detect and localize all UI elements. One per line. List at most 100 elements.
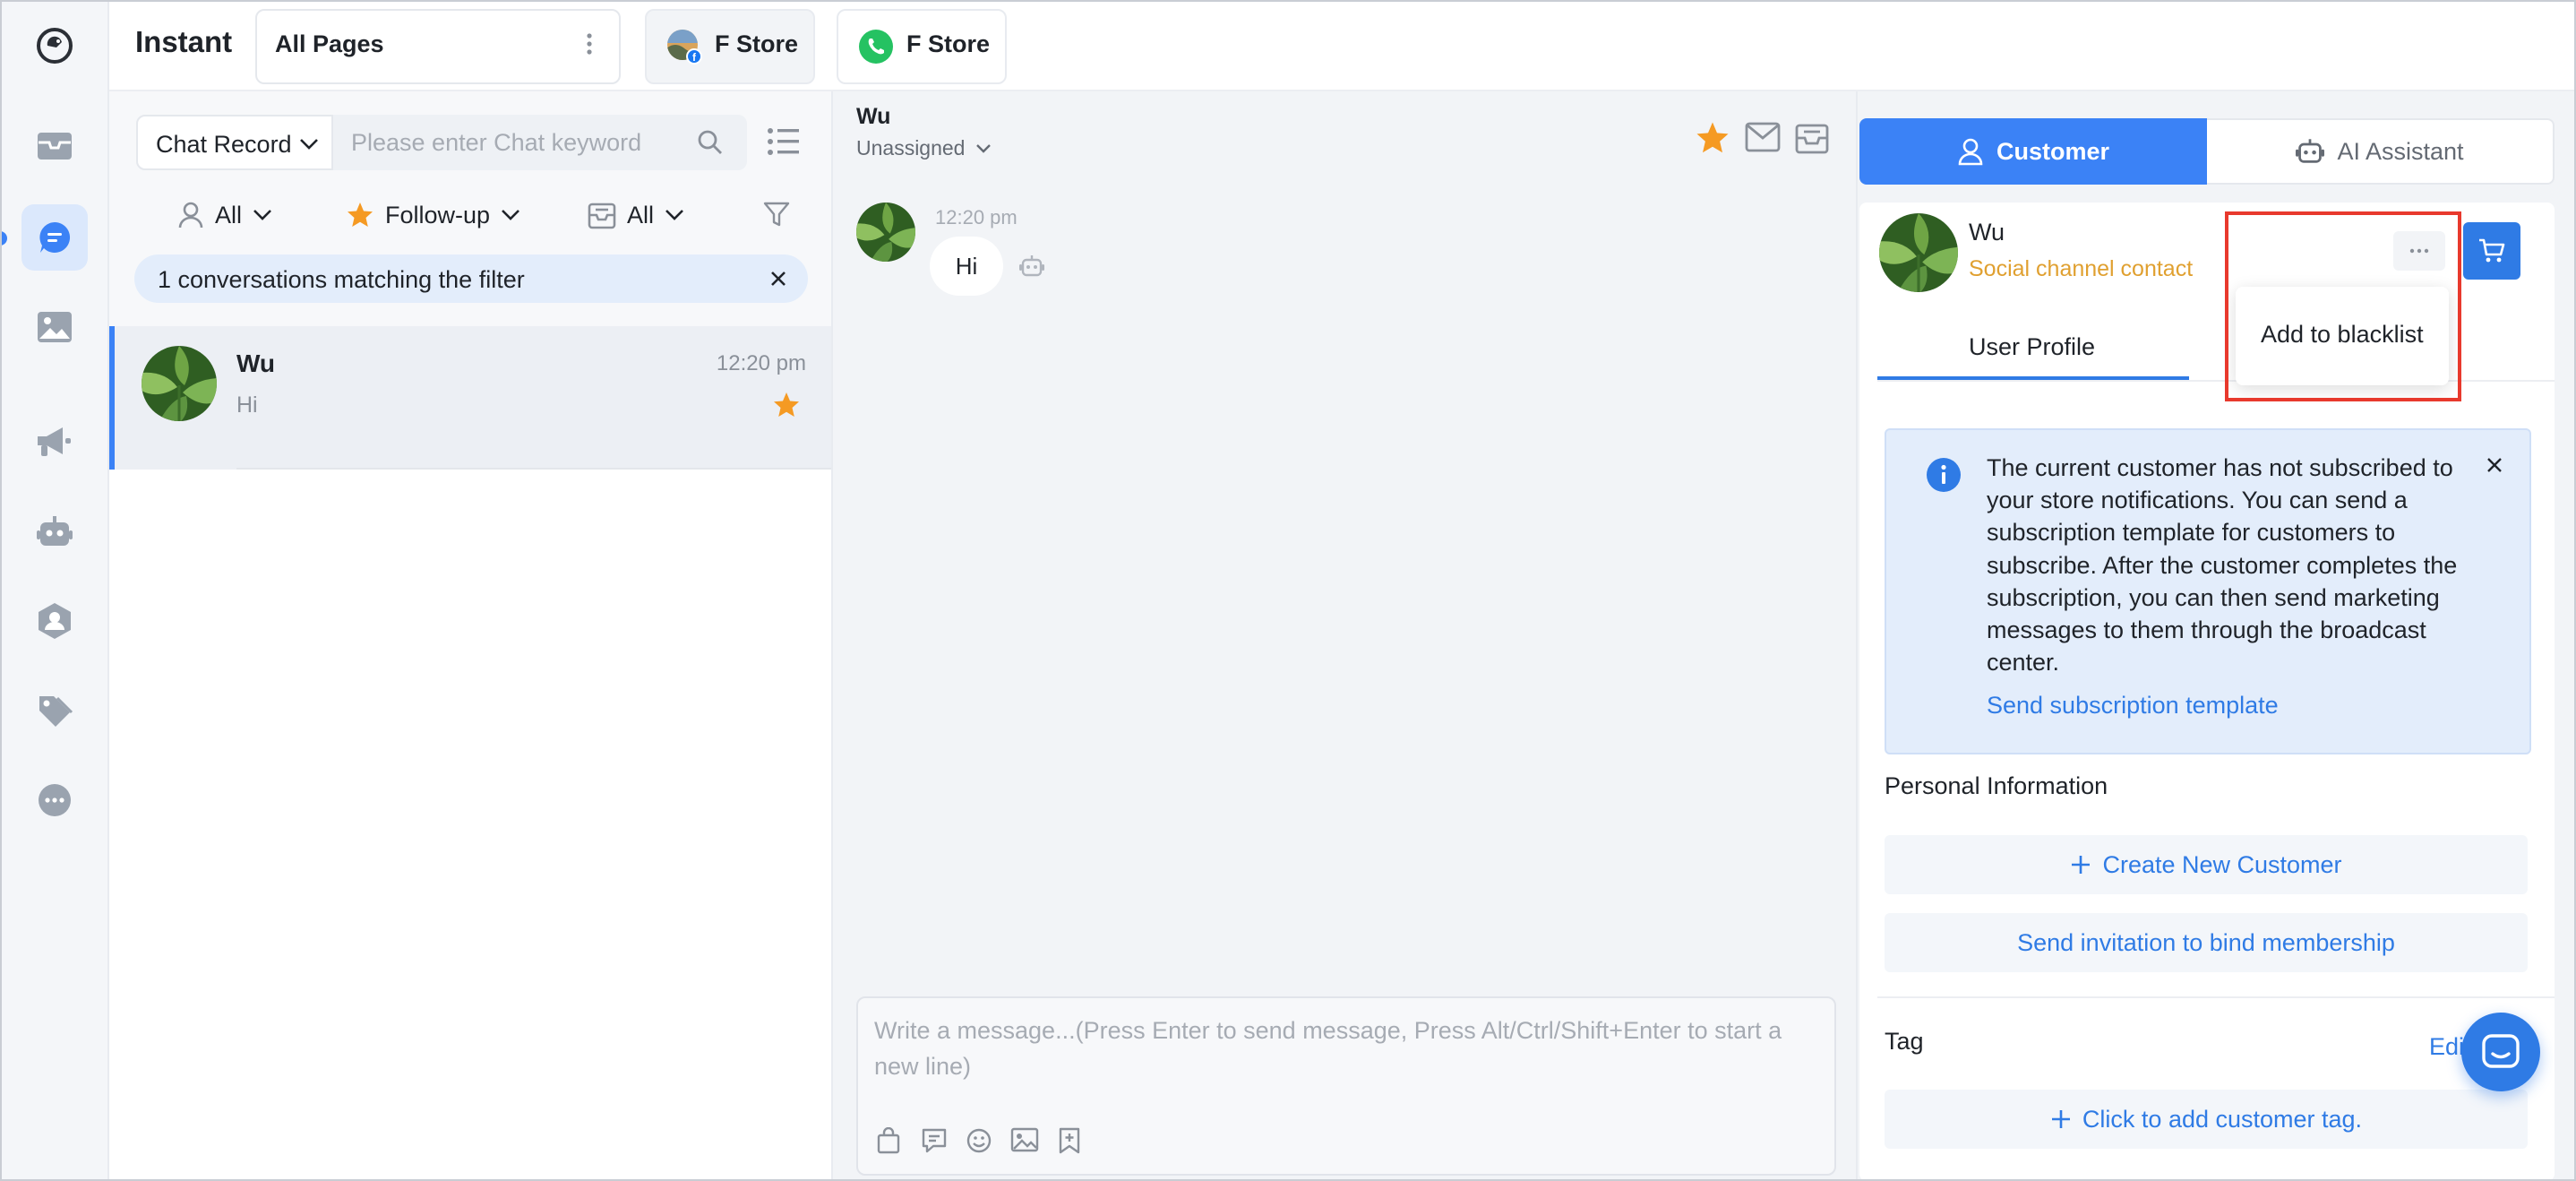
cart-button[interactable]: [2463, 222, 2520, 280]
assignee-filter[interactable]: All: [177, 197, 272, 233]
message-bubble: Hi: [930, 237, 1003, 296]
avatar: [142, 346, 217, 421]
assignment-select[interactable]: Unassigned: [856, 136, 992, 160]
support-chat-button[interactable]: [2461, 1013, 2540, 1091]
robot-icon: [1019, 254, 1044, 278]
top-bar: Instant All Pages f F Store F Store: [109, 0, 2576, 91]
search-icon[interactable]: [697, 129, 724, 156]
robot-icon: [2296, 139, 2325, 163]
personal-information-label: Personal Information: [1885, 772, 2108, 799]
filter-icon[interactable]: [763, 201, 790, 228]
avatar: [1879, 213, 1958, 292]
tab-user-profile[interactable]: User Profile: [1969, 333, 2095, 361]
tag-icon[interactable]: [21, 677, 88, 744]
store-tab-whatsapp[interactable]: F Store: [837, 9, 1007, 84]
message-text: Hi: [955, 253, 978, 280]
tab-ai-assistant-label: AI Assistant: [2337, 137, 2464, 165]
store-tab-facebook[interactable]: f F Store: [645, 9, 815, 84]
filter-match-banner: 1 conversations matching the filter: [134, 254, 808, 303]
conversation-preview: Hi: [236, 392, 258, 418]
avatar: [856, 203, 915, 262]
message-time: 12:20 pm: [935, 206, 1018, 228]
tag-label: Tag: [1885, 1028, 1924, 1055]
chat-panel: Wu Unassigned 12:20 pm Hi: [831, 91, 1858, 1181]
send-subscription-link[interactable]: Send subscription template: [1987, 692, 2279, 720]
tab-customer-label: Customer: [1996, 137, 2110, 165]
user-icon: [1958, 138, 1983, 166]
conversation-time: 12:20 pm: [716, 351, 806, 375]
conversation-item[interactable]: Wu 12:20 pm Hi: [109, 326, 831, 470]
chevron-down-icon: [502, 210, 519, 220]
nav-rail: [0, 0, 109, 1181]
plus-icon: [2051, 1110, 2070, 1128]
section-divider: [1877, 996, 2555, 998]
user-icon: [178, 202, 203, 228]
bookmark-add-icon[interactable]: [1057, 1127, 1082, 1154]
assignee-filter-label: All: [215, 201, 243, 228]
close-icon[interactable]: [770, 271, 786, 287]
status-filter-label: Follow-up: [385, 201, 491, 228]
mail-icon[interactable]: [21, 113, 88, 179]
contact-type: Social channel contact: [1969, 256, 2194, 281]
store-tab-label: F Store: [715, 30, 799, 57]
quick-reply-icon[interactable]: [921, 1127, 948, 1154]
cart-icon: [2479, 238, 2505, 263]
list-empty-area: [109, 470, 831, 1181]
message-composer: [856, 996, 1836, 1176]
inbox-filter[interactable]: All: [588, 197, 684, 233]
search-input[interactable]: [333, 115, 747, 170]
info-icon: [1926, 457, 1962, 493]
chevron-down-icon: [665, 210, 683, 220]
app-title: Instant: [135, 25, 233, 58]
tab-ai-assistant[interactable]: AI Assistant: [2207, 118, 2555, 185]
conversation-name: Wu: [236, 349, 276, 377]
create-customer-label: Create New Customer: [2102, 850, 2342, 878]
whatsapp-icon: [858, 29, 894, 65]
image-icon[interactable]: [1010, 1127, 1039, 1152]
search-type-select[interactable]: Chat Record: [136, 115, 333, 170]
product-bag-icon[interactable]: [876, 1127, 901, 1154]
contact-icon[interactable]: [21, 588, 88, 654]
star-icon[interactable]: [772, 391, 801, 419]
message-input[interactable]: [858, 998, 1834, 1106]
logo-icon[interactable]: [21, 13, 88, 79]
close-icon[interactable]: [2486, 457, 2503, 473]
page-select[interactable]: All Pages: [255, 9, 621, 84]
notice-text: The current customer has not subscribed …: [1987, 454, 2458, 677]
star-icon[interactable]: [1695, 120, 1730, 156]
robot-icon[interactable]: [21, 498, 88, 565]
tab-customer[interactable]: Customer: [1859, 118, 2207, 185]
search-type-label: Chat Record: [156, 131, 292, 158]
chat-icon[interactable]: [21, 204, 88, 271]
status-filter[interactable]: Follow-up: [346, 197, 520, 233]
list-view-icon[interactable]: [767, 127, 799, 156]
active-indicator: [0, 231, 7, 246]
image-icon[interactable]: [21, 294, 88, 360]
chevron-down-icon: [299, 138, 319, 151]
emoji-icon[interactable]: [966, 1127, 992, 1154]
create-customer-button[interactable]: Create New Customer: [1885, 835, 2528, 894]
search-bar: Chat Record: [136, 115, 747, 170]
send-invitation-button[interactable]: Send invitation to bind membership: [1885, 913, 2528, 972]
archive-icon[interactable]: [1795, 120, 1829, 154]
add-tag-label: Click to add customer tag.: [2082, 1105, 2363, 1133]
more-icon[interactable]: [21, 767, 88, 833]
assignment-label: Unassigned: [856, 136, 966, 159]
megaphone-icon[interactable]: [21, 409, 88, 475]
chevron-down-icon: [976, 143, 992, 153]
vertical-dots-icon[interactable]: [587, 32, 592, 56]
customer-name: Wu: [1969, 219, 2005, 246]
support-chat-icon: [2482, 1034, 2520, 1068]
inbox-icon: [588, 203, 616, 229]
add-tag-button[interactable]: Click to add customer tag.: [1885, 1090, 2528, 1149]
store-tab-label: F Store: [906, 30, 991, 57]
highlight-box: [2225, 211, 2461, 401]
inbox-filter-label: All: [627, 201, 655, 228]
page-select-label: All Pages: [275, 30, 384, 57]
chat-contact-name: Wu: [856, 104, 891, 129]
mail-icon[interactable]: [1745, 122, 1781, 152]
filter-match-text: 1 conversations matching the filter: [158, 266, 525, 293]
chevron-down-icon: [253, 210, 271, 220]
conversation-list-panel: Chat Record All Follow-up All 1 conversa…: [109, 91, 831, 1181]
facebook-store-avatar-icon: f: [666, 29, 702, 65]
